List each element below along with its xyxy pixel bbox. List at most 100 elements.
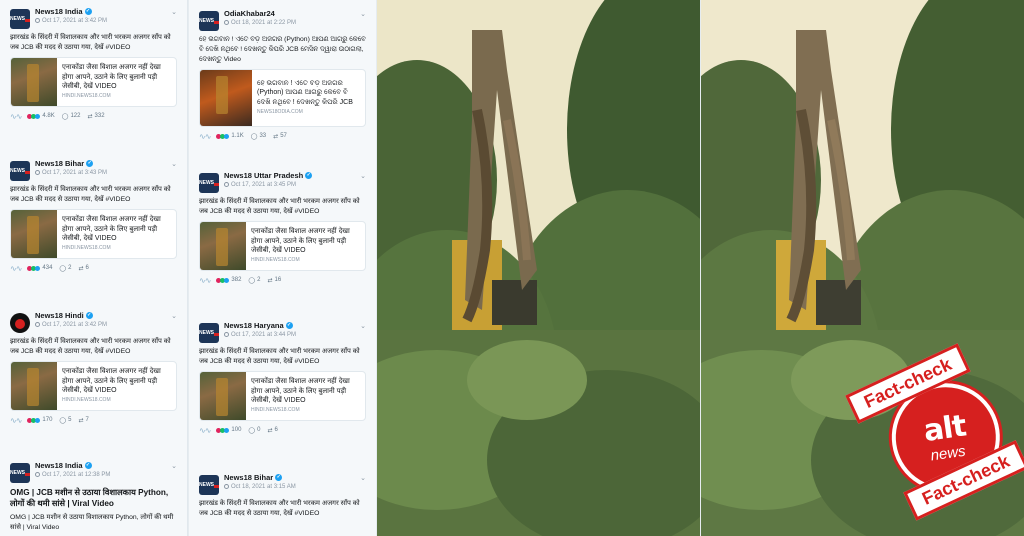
link-preview-card[interactable]: ହେ ଭଗବାନ ! ଏତେ ବଡ଼ ଅଜଗର (Python) ଆପଣ ଆଗର… [199, 68, 366, 127]
tweet-card[interactable]: NEWS News18 Uttar Pradesh ✓ Oct 17, 2021 … [189, 172, 376, 285]
tweet-card[interactable]: NEWS News18 Bihar ✓ Oct 17, 2021 at 3:43 … [0, 160, 187, 273]
tweet-feed-left[interactable]: NEWS News18 India ✓ Oct 17, 2021 at 3:42 … [0, 0, 188, 536]
analytics-icon[interactable]: ∿∿ [10, 112, 22, 121]
chevron-down-icon[interactable]: ⌄ [360, 172, 366, 180]
account-name[interactable]: News18 Bihar [35, 160, 84, 168]
card-source: HINDI.NEWS18.COM [251, 407, 300, 414]
clock-icon [224, 182, 229, 187]
tweet-card[interactable]: NEWS OdiaKhabar24 Oct 18, 2021 at 2:22 P… [189, 10, 376, 141]
tweet-text: झारखंड के सिंदरी में विशालकाय और भारी भर… [199, 198, 360, 215]
clock-icon [35, 170, 40, 175]
reply-count[interactable]: ◯ 122 [62, 113, 81, 120]
account-name[interactable]: News18 Hindi [35, 312, 84, 320]
card-title: एनाकोंडा जैसा विशाल अजगर नहीं देखा होगा … [251, 228, 350, 255]
clock-icon [224, 484, 229, 489]
tweet-card[interactable]: News18 Hindi ✓ Oct 17, 2021 at 3:42 PM ⌄ … [0, 312, 187, 425]
reaction-icon [27, 113, 41, 119]
tweet-date: Oct 18, 2021 at 2:22 PM [231, 19, 297, 26]
fact-check-stamp: alt news Fact-check Fact-check [828, 343, 1024, 521]
clock-icon [224, 20, 229, 25]
account-name[interactable]: News18 India [35, 8, 83, 16]
retweet-count[interactable]: ⇄ 16 [267, 277, 281, 284]
card-thumbnail [11, 57, 57, 106]
retweet-count[interactable]: ⇄ 332 [87, 113, 104, 120]
tweet-date: Oct 17, 2021 at 3:42 PM [42, 321, 108, 328]
avatar[interactable]: NEWS [199, 173, 219, 193]
verified-badge-icon: ✓ [85, 312, 93, 320]
tweet-date: Oct 17, 2021 at 3:42 PM [42, 17, 108, 24]
tweet-date: Oct 17, 2021 at 3:45 PM [231, 181, 297, 188]
tweet-card[interactable]: NEWS News18 Bihar ✓ Oct 18, 2021 at 3:15 … [189, 474, 376, 519]
account-name[interactable]: OdiaKhabar24 [224, 10, 275, 18]
card-title: एनाकोंडा जैसा विशाल अजगर नहीं देखा होगा … [62, 64, 161, 91]
verified-badge-icon: ✓ [305, 172, 313, 180]
retweet-count[interactable]: ⇄ 57 [273, 133, 287, 140]
tweet-date: Oct 17, 2021 at 3:43 PM [42, 169, 108, 176]
chevron-down-icon[interactable]: ⌄ [360, 322, 366, 330]
avatar[interactable] [10, 313, 30, 333]
like-count: 434 [27, 265, 52, 271]
analytics-icon[interactable]: ∿∿ [199, 132, 211, 141]
avatar[interactable]: NEWS [10, 161, 30, 181]
avatar[interactable]: NEWS [10, 463, 30, 483]
reply-count[interactable]: ◯ 33 [251, 133, 266, 140]
reply-count[interactable]: ◯ 5 [59, 417, 71, 424]
account-name[interactable]: News18 Haryana [224, 322, 284, 330]
analytics-icon[interactable]: ∿∿ [10, 264, 22, 273]
reply-count[interactable]: ◯ 2 [59, 265, 71, 272]
avatar[interactable]: NEWS [199, 11, 219, 31]
chevron-down-icon[interactable]: ⌄ [171, 160, 177, 168]
reaction-icon [216, 277, 230, 283]
avatar[interactable]: NEWS [199, 475, 219, 495]
video-frame-photo [377, 0, 700, 536]
tweet-text: झारखंड के सिंदरी में विशालकाय और भारी भर… [10, 186, 171, 203]
card-source: HINDI.NEWS18.COM [251, 257, 300, 264]
tweet-date: Oct 17, 2021 at 12:38 PM [42, 471, 111, 478]
reply-count[interactable]: ◯ 2 [248, 277, 260, 284]
reaction-icon [27, 417, 41, 423]
tweet-text: OMG | JCB मशीन से उठाया विशालकाय Python,… [10, 514, 174, 531]
tweet-feed-middle[interactable]: NEWS OdiaKhabar24 Oct 18, 2021 at 2:22 P… [189, 0, 376, 536]
chevron-down-icon[interactable]: ⌄ [360, 10, 366, 18]
retweet-count[interactable]: ⇄ 6 [78, 265, 88, 272]
analytics-icon[interactable]: ∿∿ [199, 426, 211, 435]
tweet-date: Oct 18, 2021 at 3:15 AM [231, 483, 296, 490]
account-name[interactable]: News18 Uttar Pradesh [224, 172, 303, 180]
chevron-down-icon[interactable]: ⌄ [171, 312, 177, 320]
analytics-icon[interactable]: ∿∿ [199, 276, 211, 285]
verified-badge-icon: ✓ [285, 322, 293, 330]
screenshot-collage: NEWS News18 India ✓ Oct 17, 2021 at 3:42 … [0, 0, 1024, 536]
chevron-down-icon[interactable]: ⌄ [171, 8, 177, 16]
tweet-date: Oct 17, 2021 at 3:44 PM [231, 331, 297, 338]
reaction-icon [216, 427, 230, 433]
like-count: 1.1K [216, 133, 244, 139]
card-title: एनाकोंडा जैसा विशाल अजगर नहीं देखा होगा … [251, 378, 350, 405]
card-source: NEWS18ODIA.COM [257, 109, 303, 116]
verified-badge-icon: ✓ [275, 474, 283, 482]
tweet-text: झारखंड के सिंदरी में विशालकाय और भारी भर… [10, 338, 171, 355]
chevron-down-icon[interactable]: ⌄ [171, 462, 177, 470]
chevron-down-icon[interactable]: ⌄ [360, 474, 366, 482]
avatar[interactable]: NEWS [199, 323, 219, 343]
analytics-icon[interactable]: ∿∿ [10, 416, 22, 425]
link-preview-card[interactable]: एनाकोंडा जैसा विशाल अजगर नहीं देखा होगा … [199, 370, 366, 421]
avatar[interactable]: NEWS [10, 9, 30, 29]
tweet-text: झारखंड के सिंदरी में विशालकाय और भारी भर… [199, 500, 360, 517]
tweet-card[interactable]: NEWS News18 India ✓ Oct 17, 2021 at 12:38… [0, 462, 187, 533]
link-preview-card[interactable]: एनाकोंडा जैसा विशाल अजगर नहीं देखा होगा … [10, 360, 177, 411]
clock-icon [35, 472, 40, 477]
account-name[interactable]: News18 India [35, 462, 83, 470]
jcb-python-photo [377, 0, 700, 536]
link-preview-card[interactable]: एनाकोंडा जैसा विशाल अजगर नहीं देखा होगा … [10, 56, 177, 107]
retweet-count[interactable]: ⇄ 6 [267, 427, 277, 434]
tweet-card[interactable]: NEWS News18 India ✓ Oct 17, 2021 at 3:42 … [0, 8, 187, 121]
tweet-card[interactable]: NEWS News18 Haryana ✓ Oct 17, 2021 at 3:4… [189, 322, 376, 435]
account-name[interactable]: News18 Bihar [224, 474, 273, 482]
card-title: एनाकोंडा जैसा विशाल अजगर नहीं देखा होगा … [62, 216, 161, 243]
retweet-count[interactable]: ⇄ 7 [78, 417, 88, 424]
reply-count[interactable]: ◯ 0 [248, 427, 260, 434]
link-preview-card[interactable]: एनाकोंडा जैसा विशाल अजगर नहीं देखा होगा … [199, 220, 366, 271]
card-thumbnail [200, 221, 246, 270]
card-source: HINDI.NEWS18.COM [62, 397, 111, 404]
link-preview-card[interactable]: एनाकोंडा जैसा विशाल अजगर नहीं देखा होगा … [10, 208, 177, 259]
